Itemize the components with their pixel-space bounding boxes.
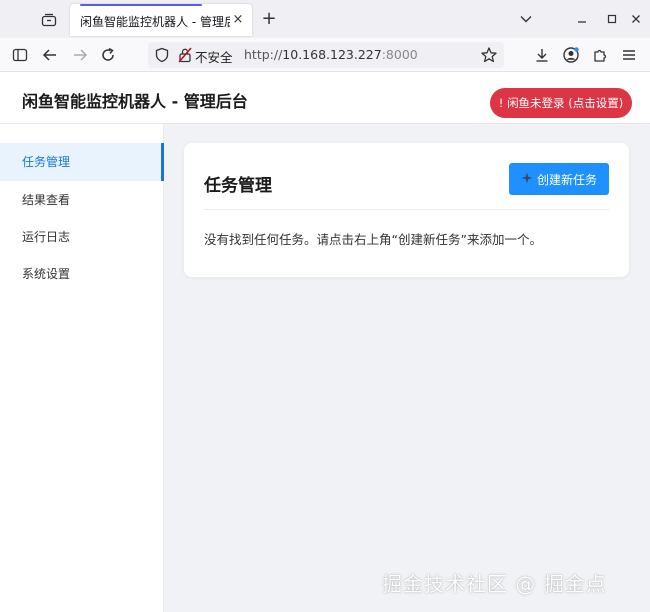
tab-accent-line (80, 4, 202, 6)
sidebar-toggle-icon[interactable] (10, 45, 30, 65)
empty-state-message: 没有找到任何任务。请点击右上角“创建新任务”来添加一个。 (204, 232, 542, 247)
extensions-icon[interactable] (590, 45, 610, 65)
url-text[interactable]: http://10.168.123.227:8000 (244, 47, 418, 62)
address-bar[interactable]: 不安全 http://10.168.123.227:8000 (148, 42, 504, 68)
app-header: 闲鱼智能监控机器人 - 管理后台 ! 闲鱼未登录 (点击设置) (0, 72, 650, 124)
task-card: 任务管理 创建新任务 没有找到任何任务。请点击右上角“创建新任务”来添加一个。 (184, 143, 629, 277)
new-tab-button[interactable]: + (260, 10, 278, 28)
back-arrow-icon[interactable] (40, 45, 60, 65)
tab-close-icon[interactable]: × (230, 11, 246, 29)
login-status-button[interactable]: ! 闲鱼未登录 (点击设置) (490, 88, 632, 118)
maximize-icon[interactable] (602, 10, 622, 28)
url-scheme: http:// (244, 47, 283, 62)
section-title: 任务管理 (204, 176, 272, 196)
download-icon[interactable] (532, 45, 552, 65)
sidebar-item-task-management[interactable]: 任务管理 (0, 143, 164, 181)
sidebar: 任务管理 结果查看 运行日志 系统设置 (0, 124, 164, 612)
close-window-icon[interactable] (626, 10, 646, 28)
menu-hamburger-icon[interactable] (619, 45, 639, 65)
url-port: :8000 (381, 47, 418, 62)
sparkle-icon (521, 172, 533, 187)
insecure-lock-icon[interactable] (178, 47, 192, 63)
main-content: 任务管理 创建新任务 没有找到任何任务。请点击右上角“创建新任务”来添加一个。 (164, 124, 650, 612)
browser-tab-active[interactable]: 闲鱼智能监控机器人 - 管理后台 × (70, 4, 252, 36)
forward-arrow-icon[interactable] (70, 45, 90, 65)
tab-overview-icon[interactable] (38, 10, 60, 30)
create-task-button[interactable]: 创建新任务 (509, 163, 609, 195)
create-task-label: 创建新任务 (536, 172, 597, 187)
url-host: 10.168.123.227 (282, 47, 382, 62)
security-label[interactable]: 不安全 (195, 47, 233, 66)
sidebar-item-logs[interactable]: 运行日志 (0, 218, 164, 256)
watermark: 掘金技术社区 @ 掘金点 (382, 572, 607, 596)
sidebar-item-settings[interactable]: 系统设置 (0, 255, 164, 293)
tab-list-chevron-icon[interactable] (516, 10, 536, 28)
sidebar-item-results[interactable]: 结果查看 (0, 181, 164, 219)
card-divider (204, 209, 609, 210)
reload-icon[interactable] (98, 45, 118, 65)
bookmark-star-icon[interactable] (480, 46, 498, 64)
minimize-icon[interactable] (572, 10, 592, 28)
shield-icon[interactable] (154, 47, 170, 63)
page-title: 闲鱼智能监控机器人 - 管理后台 (22, 92, 248, 111)
browser-nav-bar: 不安全 http://10.168.123.227:8000 (0, 38, 650, 72)
browser-tab-bar: 闲鱼智能监控机器人 - 管理后台 × + (0, 0, 650, 38)
tab-title: 闲鱼智能监控机器人 - 管理后台 (80, 15, 230, 29)
account-icon[interactable] (561, 45, 581, 65)
